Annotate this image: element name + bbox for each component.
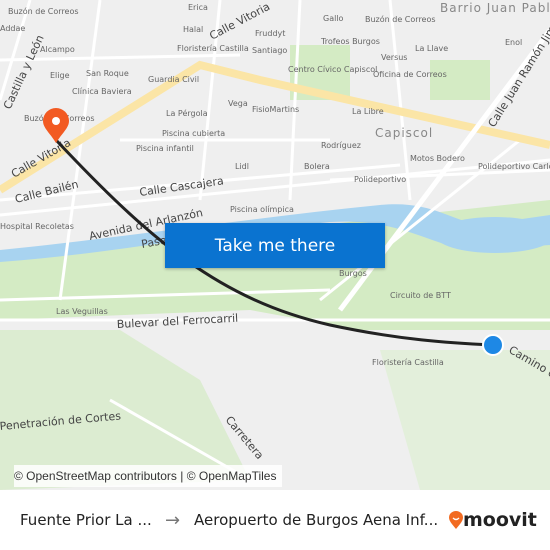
svg-text:Bolera: Bolera	[304, 162, 330, 171]
svg-text:Las Veguillas: Las Veguillas	[56, 307, 108, 316]
svg-text:Vega: Vega	[228, 99, 248, 108]
svg-text:Lidl: Lidl	[235, 162, 249, 171]
svg-text:Polideportivo: Polideportivo	[354, 175, 406, 184]
svg-text:La Pérgola: La Pérgola	[166, 108, 208, 118]
svg-text:Enol: Enol	[505, 38, 522, 47]
moovit-pin-icon	[449, 511, 463, 529]
svg-text:Floristería Castilla: Floristería Castilla	[372, 358, 444, 367]
svg-text:Versus: Versus	[381, 53, 407, 62]
svg-text:Burgos: Burgos	[339, 269, 367, 278]
svg-text:FisioMartins: FisioMartins	[252, 105, 299, 114]
svg-text:Rodríguez: Rodríguez	[321, 141, 361, 150]
map-attribution[interactable]: © OpenStreetMap contributors | © OpenMap…	[14, 465, 283, 487]
svg-text:Guardia Civil: Guardia Civil	[148, 75, 199, 84]
svg-text:Clínica Baviera: Clínica Baviera	[72, 87, 132, 96]
moovit-logo: moovit	[449, 509, 537, 531]
svg-text:Fruddyt: Fruddyt	[255, 29, 285, 38]
arrow-right-icon: →	[165, 509, 181, 531]
destination-marker-icon[interactable]	[482, 334, 504, 356]
svg-text:Halal: Halal	[183, 25, 203, 34]
take-me-there-button[interactable]: Take me there	[165, 223, 385, 268]
svg-text:Elige: Elige	[50, 71, 70, 80]
attribution-text[interactable]: © OpenStreetMap contributors | © OpenMap…	[14, 469, 276, 483]
svg-text:Circuito de BTT: Circuito de BTT	[390, 291, 451, 300]
destination-name: Aeropuerto de Burgos Aena Inf...	[194, 511, 439, 529]
svg-text:Piscina olímpica: Piscina olímpica	[230, 205, 294, 214]
svg-text:Addae: Addae	[0, 24, 25, 33]
origin-name: Fuente Prior La ...	[20, 511, 152, 529]
svg-text:Trofeos Burgos: Trofeos Burgos	[320, 37, 380, 46]
svg-text:Piscina cubierta: Piscina cubierta	[162, 129, 225, 138]
svg-text:Hospital Recoletas: Hospital Recoletas	[0, 222, 74, 231]
svg-text:San Roque: San Roque	[86, 69, 129, 78]
svg-text:Polideportivo Carlos Serna: Polideportivo Carlos Serna	[478, 162, 550, 171]
svg-text:Piscina infantil: Piscina infantil	[136, 144, 194, 153]
svg-text:Alcampo: Alcampo	[40, 45, 75, 54]
svg-text:Oficina de Correos: Oficina de Correos	[373, 70, 447, 79]
svg-text:Floristería Castilla: Floristería Castilla	[177, 44, 249, 53]
svg-text:La Llave: La Llave	[415, 44, 448, 53]
svg-text:Buzón de Correos: Buzón de Correos	[8, 6, 79, 16]
footer: Fuente Prior La ... → Aeropuerto de Burg…	[0, 490, 550, 550]
svg-text:Capiscol: Capiscol	[375, 126, 433, 140]
svg-text:Barrio Juan Pablo II: Barrio Juan Pablo II	[440, 1, 550, 15]
svg-text:Santiago: Santiago	[252, 46, 287, 55]
svg-text:Gallo: Gallo	[323, 14, 344, 23]
svg-text:Buzón de Correos: Buzón de Correos	[365, 14, 436, 24]
svg-text:La Libre: La Libre	[352, 107, 384, 116]
moovit-wordmark: moovit	[463, 509, 537, 531]
svg-text:Motos Bodero: Motos Bodero	[410, 154, 465, 163]
svg-text:Centro Cívico Capiscol: Centro Cívico Capiscol	[288, 65, 377, 74]
svg-text:Erica: Erica	[188, 3, 208, 12]
